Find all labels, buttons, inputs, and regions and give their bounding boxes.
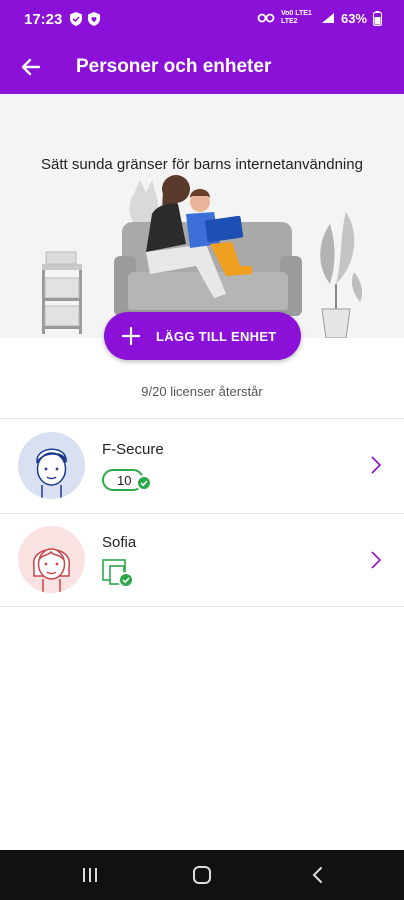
add-device-button[interactable]: LÄGG TILL ENHET [104, 312, 301, 360]
shield-icon [70, 12, 82, 26]
divider [0, 606, 404, 607]
status-right-group: Vo0 LTE1 LTE2 63% [257, 10, 382, 26]
person-name: Sofia [102, 534, 137, 551]
chevron-right-icon [371, 456, 382, 474]
network-label: Vo0 LTE1 LTE2 [280, 10, 312, 25]
page-title: Personer och enheter [76, 56, 272, 77]
status-time: 17:23 [24, 11, 63, 28]
licenses-remaining: 9/20 licenser återstår [141, 384, 263, 399]
avatar [18, 526, 85, 593]
boy-face-icon [36, 448, 67, 499]
person-row-sofia[interactable]: Sofia [0, 514, 404, 606]
back-button[interactable] [14, 51, 48, 83]
arrow-left-icon [21, 58, 41, 76]
status-bar: 17:23 Vo0 LTE1 LTE2 63% [0, 0, 404, 40]
hero-text: Sätt sunda gränser för barns internetanv… [41, 156, 363, 173]
avatar [18, 432, 85, 499]
check-icon [118, 572, 134, 588]
back-nav-icon[interactable] [308, 865, 328, 885]
shield-heart-icon [88, 12, 100, 26]
system-nav-bar [0, 850, 404, 900]
check-icon [136, 475, 152, 491]
battery-icon [373, 10, 382, 26]
add-device-label: LÄGG TILL ENHET [156, 328, 277, 344]
person-name: F-Secure [102, 441, 164, 458]
chevron-right-icon [371, 551, 382, 569]
hero-banner: Sätt sunda gränser för barns internetanv… [0, 94, 404, 338]
battery-percent: 63% [340, 10, 367, 26]
person-row-f-secure[interactable]: F-Secure 10 [0, 419, 404, 511]
signal-icon [321, 13, 334, 23]
app-bar: Personer och enheter [0, 40, 404, 94]
home-icon[interactable] [192, 865, 212, 885]
device-count: 10 [117, 472, 132, 488]
family-sofa-illustration [42, 175, 362, 338]
girl-face-icon [33, 548, 70, 593]
plus-icon [122, 327, 140, 345]
recent-apps-icon[interactable] [80, 865, 100, 885]
key-icon [257, 13, 275, 23]
